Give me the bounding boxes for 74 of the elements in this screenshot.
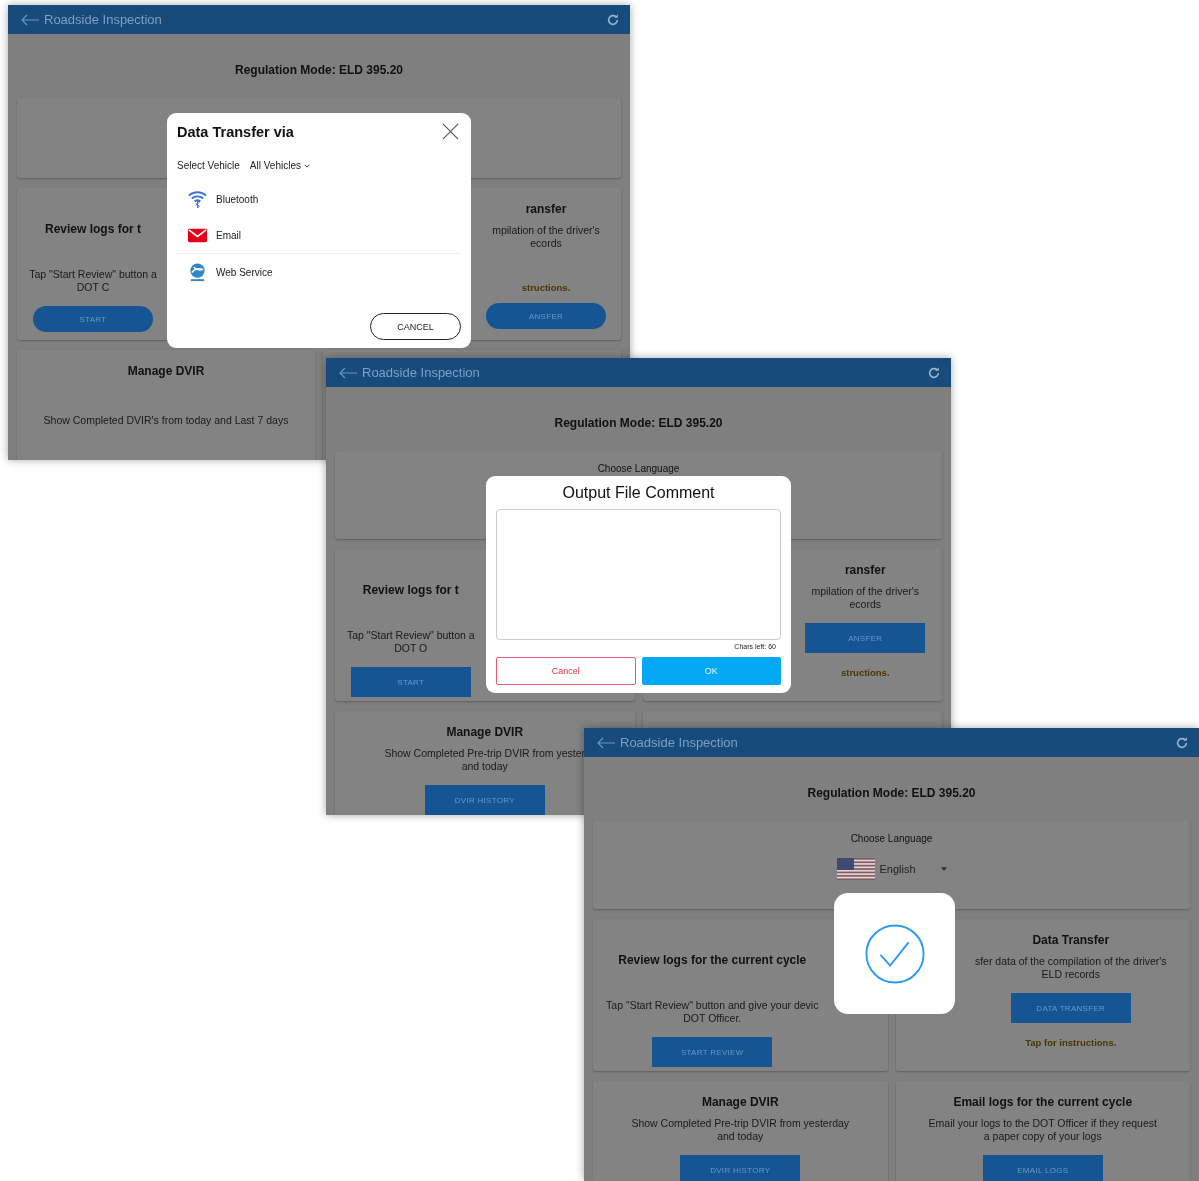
caret-icon[interactable] — [940, 867, 947, 871]
action-button[interactable]: START — [350, 667, 471, 697]
wireless-icon — [187, 188, 208, 210]
cancel-button[interactable]: Cancel — [496, 657, 636, 685]
vehicle-dropdown[interactable]: All Vehicles — [249, 160, 301, 171]
card-description: DOT C — [76, 281, 110, 294]
card-description: Tap "Start Review" button a — [29, 268, 157, 281]
card-title: Review logs for t — [45, 222, 141, 236]
regulation-mode: Regulation Mode: ELD 395.20 — [234, 62, 404, 79]
card-title: Manage DVIR — [127, 364, 205, 378]
card-description: Email your logs to the DOT Officer if they request — [928, 1117, 1157, 1130]
screen-title: Roadside Inspection — [362, 365, 481, 380]
back-arrow-icon[interactable] — [338, 366, 358, 379]
ok-button[interactable]: OK — [641, 657, 781, 685]
cancel-button[interactable]: CANCEL — [370, 313, 461, 340]
card-description: ecords — [849, 598, 881, 611]
card-title: Review logs for the current cycle — [618, 953, 807, 967]
vehicle-label: Select Vehicle — [177, 160, 240, 171]
card-title: ransfer — [844, 563, 886, 577]
card-description: Show Completed Pre-trip DVIR from yesterday — [631, 1117, 850, 1130]
dialog-title: Data Transfer via — [177, 123, 294, 140]
card-description: a paper copy of your logs — [983, 1130, 1102, 1143]
close-icon[interactable] — [442, 123, 459, 140]
chevron-icon[interactable] — [303, 163, 310, 168]
card-description: Tap "Start Review" button a — [346, 629, 475, 642]
card-title: Email logs for the current cycle — [953, 1095, 1133, 1109]
card-title: Data Transfer — [1032, 933, 1110, 947]
card-description: mpilation of the driver's — [811, 585, 920, 598]
transfer-option[interactable]: Email — [216, 229, 241, 241]
globe-logo-icon — [187, 261, 208, 283]
checkmark-icon — [863, 922, 926, 985]
instructions-link[interactable]: Tap for instructions. — [1025, 1037, 1117, 1048]
language-label: Choose Language — [597, 463, 680, 474]
screen-title: Roadside Inspection — [620, 735, 739, 750]
language-label: Choose Language — [850, 833, 933, 844]
back-arrow-icon[interactable] — [20, 13, 40, 26]
refresh-icon[interactable] — [927, 365, 941, 380]
card-description: Show Completed Pre-trip DVIR from yester — [384, 747, 586, 760]
flag-icon — [836, 858, 875, 880]
action-button[interactable]: DVIR HISTORY — [680, 1155, 801, 1181]
dialog-title: Output File Comment — [561, 484, 716, 502]
card-title: Manage DVIR — [446, 725, 524, 739]
card-description: DOT O — [394, 642, 428, 655]
action-button[interactable]: START REVIEW — [652, 1037, 773, 1067]
card-description: Show Completed DVIR's from today and Last 7 days — [43, 414, 289, 427]
action-button[interactable]: EMAIL LOGS — [982, 1155, 1103, 1181]
card-description: mpilation of the driver's — [492, 224, 600, 237]
regulation-mode: Regulation Mode: ELD 395.20 — [806, 785, 977, 802]
back-arrow-icon[interactable] — [596, 736, 616, 749]
card-title: Manage DVIR — [701, 1095, 779, 1109]
card-description: sfer data of the compilation of the driver's — [974, 955, 1167, 968]
transfer-option[interactable]: Web Service — [216, 266, 273, 278]
comment-field[interactable] — [496, 509, 781, 640]
action-button[interactable]: ANSFER — [486, 303, 606, 329]
action-button[interactable]: START — [33, 306, 153, 332]
card-description: ELD records — [1041, 968, 1100, 981]
instructions-link[interactable]: structions. — [840, 667, 890, 678]
screen-title: Roadside Inspection — [44, 12, 163, 27]
card-description: and today — [461, 760, 508, 773]
card-description: Tap "Start Review" button and give your devic — [606, 999, 819, 1012]
refresh-icon[interactable] — [1175, 735, 1189, 750]
action-button[interactable]: DVIR HISTORY — [424, 785, 545, 815]
refresh-icon[interactable] — [606, 12, 620, 27]
transfer-option[interactable]: Bluetooth — [216, 193, 259, 205]
regulation-mode: Regulation Mode: ELD 395.20 — [553, 415, 724, 432]
action-button[interactable]: ANSFER — [805, 623, 926, 653]
card-description: ecords — [530, 237, 562, 250]
card-description: DOT Officer. — [683, 1012, 742, 1025]
card-title: ransfer — [525, 202, 567, 216]
card-description: and today — [717, 1130, 764, 1143]
action-button[interactable]: DATA TRANSFER — [1010, 993, 1131, 1023]
language-dropdown[interactable]: English — [879, 863, 936, 875]
instructions-link[interactable]: structions. — [521, 282, 571, 293]
card-title: Review logs for t — [362, 583, 459, 597]
